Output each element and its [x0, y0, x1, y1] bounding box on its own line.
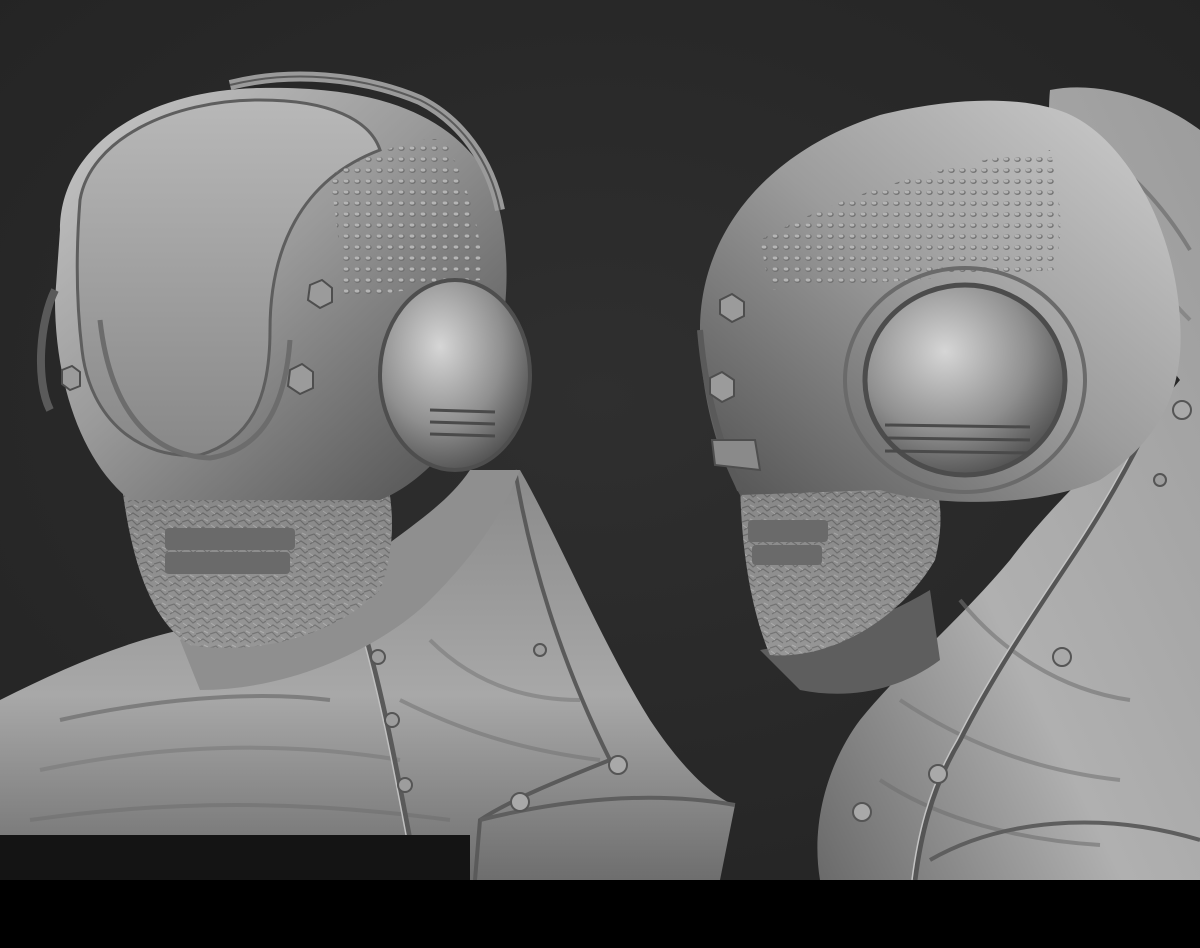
bolt-icon: [709, 370, 735, 404]
bolt-icon: [61, 364, 81, 392]
left-ear-cup: [378, 278, 532, 472]
render-viewport: [0, 0, 1200, 880]
sculpt-render: [0, 0, 1200, 880]
letterbox-bar: [0, 880, 1200, 948]
render-canvas: [0, 0, 1200, 948]
bolt-icon: [286, 362, 314, 396]
right-ear-cup: [862, 282, 1068, 478]
